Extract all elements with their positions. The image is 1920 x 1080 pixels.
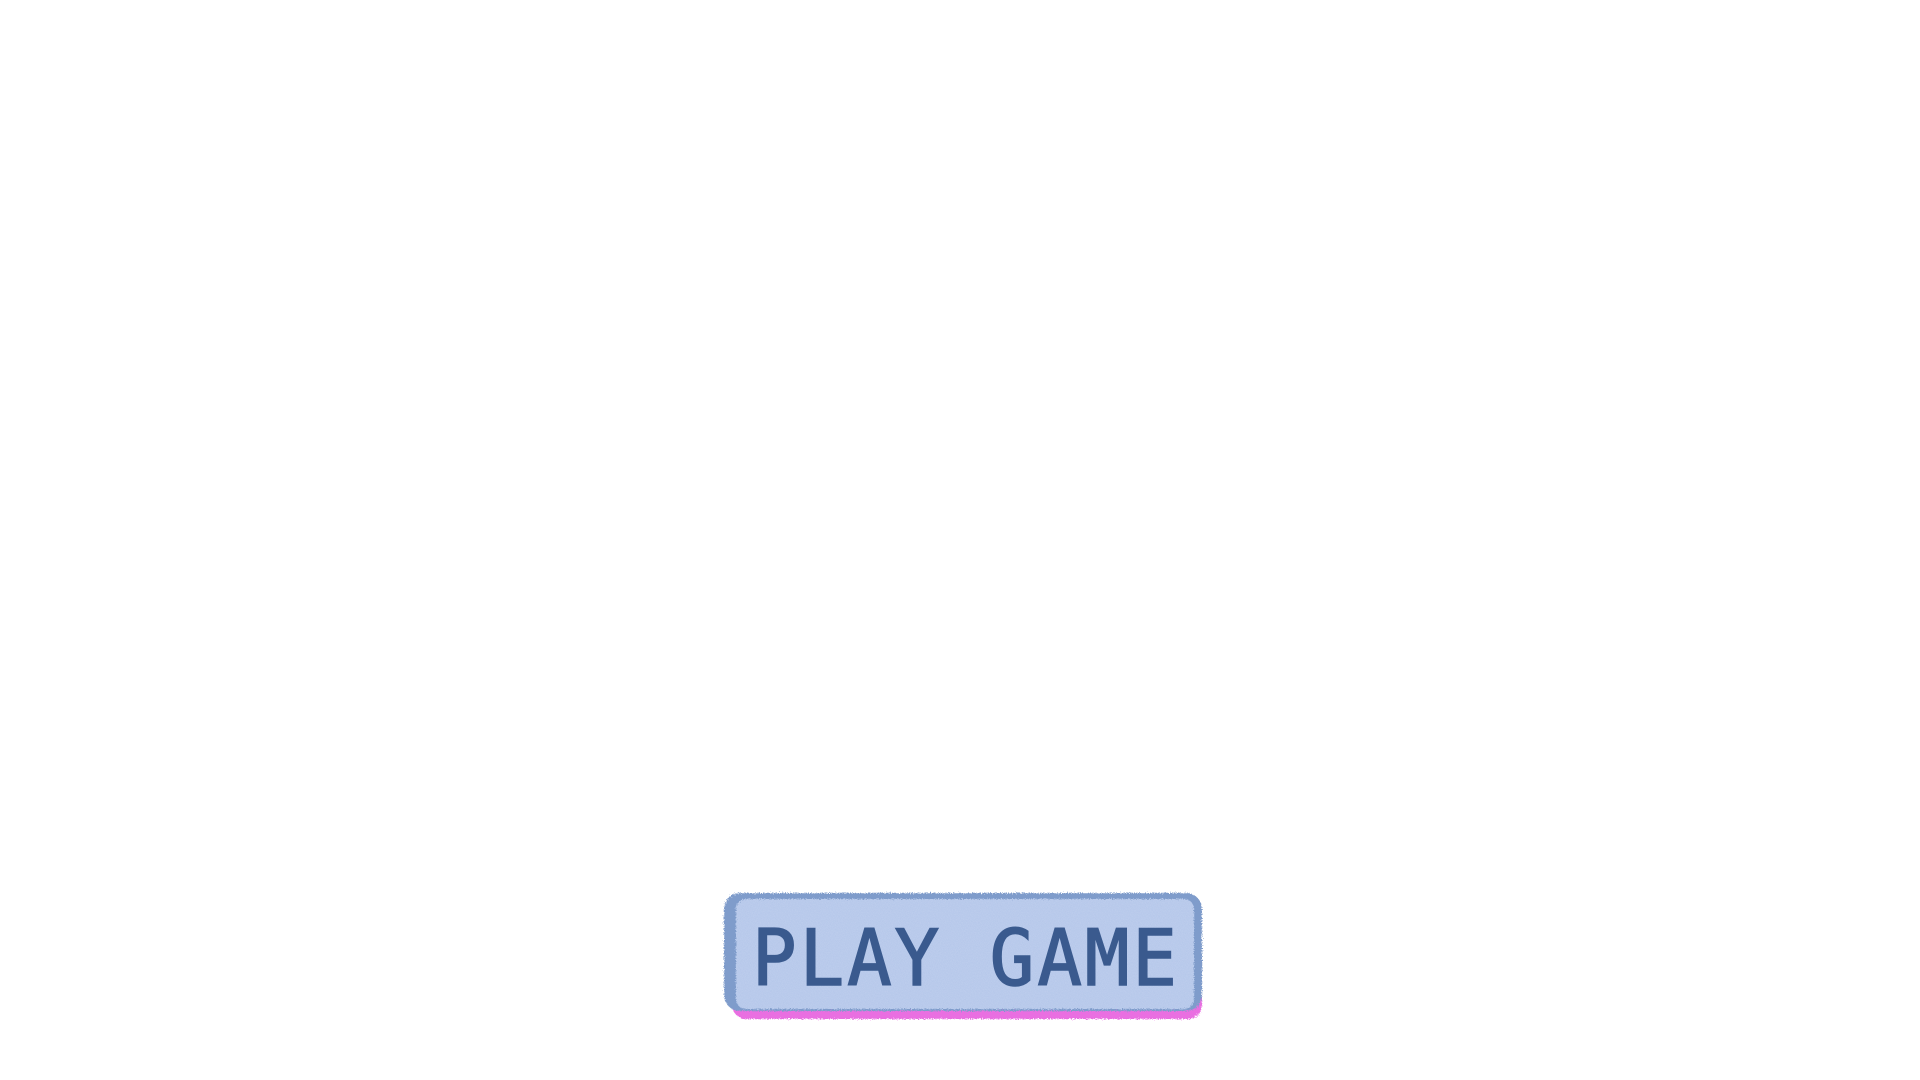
play-game-button[interactable]: PLAY GAME	[716, 885, 1216, 1031]
play-game-label: PLAY GAME	[751, 913, 1180, 1005]
game-title-screen: PLAY GAME	[0, 0, 1920, 1080]
